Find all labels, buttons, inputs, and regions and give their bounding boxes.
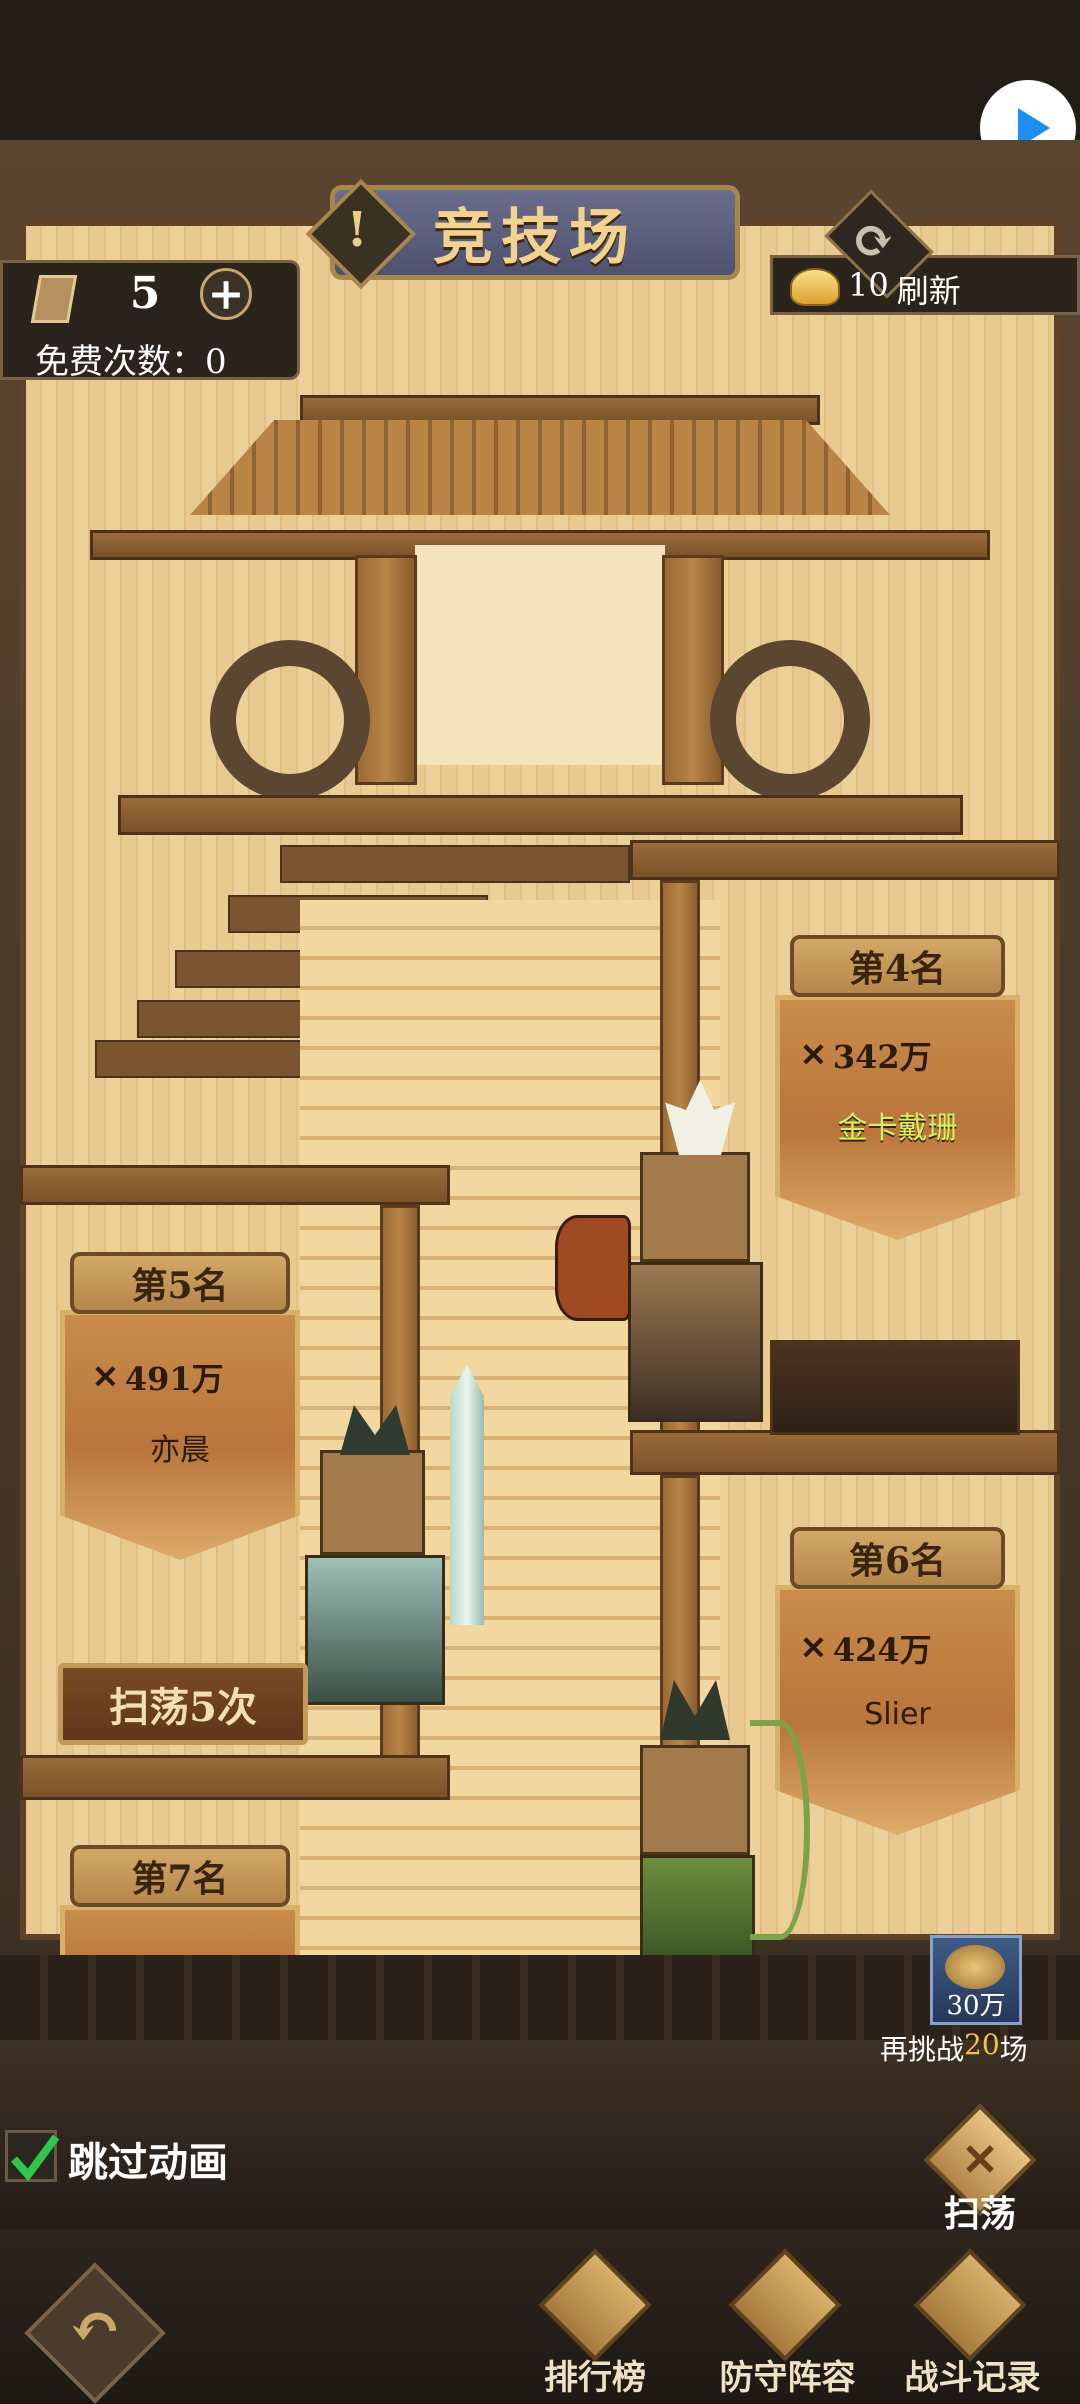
- opponent-name-4: 金卡戴珊: [837, 1111, 958, 1146]
- warning-icon: !: [346, 202, 368, 258]
- pedestal: [770, 1340, 1020, 1435]
- opponent-avatar-6[interactable]: [640, 1745, 750, 1855]
- refresh-label: 刷新: [896, 272, 961, 310]
- skip-animation-label: 跳过动画: [68, 2139, 228, 2186]
- ticket-count: 5: [129, 268, 161, 319]
- shield-icon: [728, 2248, 842, 2362]
- temple-pillar-left: [355, 555, 417, 785]
- nav-defense[interactable]: [728, 2248, 842, 2362]
- scroll-icon: [913, 2248, 1027, 2362]
- axe-icon: [555, 1215, 631, 1321]
- temple-roof: [190, 420, 890, 515]
- shelf-beam: [20, 1165, 450, 1205]
- nav-battle-log[interactable]: [913, 2248, 1027, 2362]
- shelf-beam: [20, 1755, 450, 1800]
- checkmark-icon: [10, 2134, 60, 2182]
- crossed-swords-icon: ✕: [800, 1629, 827, 1667]
- nav-ranking-label: 排行榜: [544, 2358, 646, 2398]
- opponent-name-5: 亦晨: [150, 1433, 210, 1468]
- bonus-prefix: 再挑战: [880, 2033, 965, 2066]
- nav-battle-log-label: 战斗记录: [904, 2358, 1041, 2398]
- opponent-avatar-5[interactable]: [320, 1450, 425, 1555]
- add-ticket-button[interactable]: +: [200, 268, 252, 320]
- refresh-cost: 10: [848, 266, 889, 304]
- refresh-cost-text: 10 刷新: [848, 266, 961, 310]
- bonus-reward: 30万: [946, 1991, 1006, 2021]
- coin-icon: [945, 1945, 1005, 1989]
- nav-defense-label: 防守阵容: [719, 2358, 856, 2398]
- refresh-icon: ⟳: [851, 210, 895, 271]
- gear-icon: [210, 640, 370, 800]
- crossed-swords-icon: ✕: [92, 1358, 119, 1396]
- shelf-beam: [630, 1430, 1060, 1475]
- bonus-count: 20: [964, 2028, 1000, 2061]
- gold-ingot-icon: [790, 268, 840, 306]
- skip-animation-checkbox[interactable]: [5, 2130, 60, 2182]
- power-value-4: 342万: [832, 1038, 932, 1076]
- chart-icon: [538, 2248, 652, 2362]
- power-value-5: 491万: [124, 1360, 224, 1398]
- opponent-body-4: [628, 1262, 763, 1422]
- opponent-body-5: [305, 1555, 445, 1705]
- status-area: [0, 0, 1080, 140]
- temple-platform: [118, 795, 963, 835]
- stair-step: [280, 845, 630, 883]
- bonus-text: 再挑战 20 场: [880, 2028, 1080, 2068]
- power-6: ✕ 424万: [800, 1628, 1000, 1669]
- power-5: ✕ 491万: [92, 1357, 292, 1398]
- rank-label-7: 第7名: [70, 1845, 290, 1907]
- rank-label-6: 第6名: [790, 1527, 1005, 1589]
- bonus-suffix: 场: [999, 2033, 1028, 2066]
- temple-pillar-right: [662, 555, 724, 785]
- opponent-avatar-4[interactable]: [640, 1152, 750, 1262]
- crossed-swords-icon: ✕: [800, 1036, 827, 1074]
- rank-label-4: 第4名: [790, 935, 1005, 997]
- gear-icon: [710, 640, 870, 800]
- free-attempts-label: 免费次数：0: [35, 342, 227, 382]
- sweep-label: 扫荡: [943, 2193, 1016, 2235]
- temple-gate: [415, 545, 665, 765]
- opponent-name-6: Slier: [864, 1697, 931, 1732]
- shelf-beam: [630, 840, 1060, 880]
- power-4: ✕ 342万: [800, 1035, 1000, 1076]
- crossed-swords-icon: ✕: [961, 2135, 999, 2186]
- sweep-5-button[interactable]: 扫荡5次: [58, 1663, 308, 1745]
- rank-label-5: 第5名: [70, 1252, 290, 1314]
- back-arrow-icon: ↶: [68, 2290, 122, 2365]
- stair-step: [95, 1040, 305, 1078]
- sword-icon: [450, 1365, 484, 1625]
- nav-ranking[interactable]: [538, 2248, 652, 2362]
- bow-icon: [750, 1720, 810, 1940]
- power-value-6: 424万: [832, 1631, 932, 1669]
